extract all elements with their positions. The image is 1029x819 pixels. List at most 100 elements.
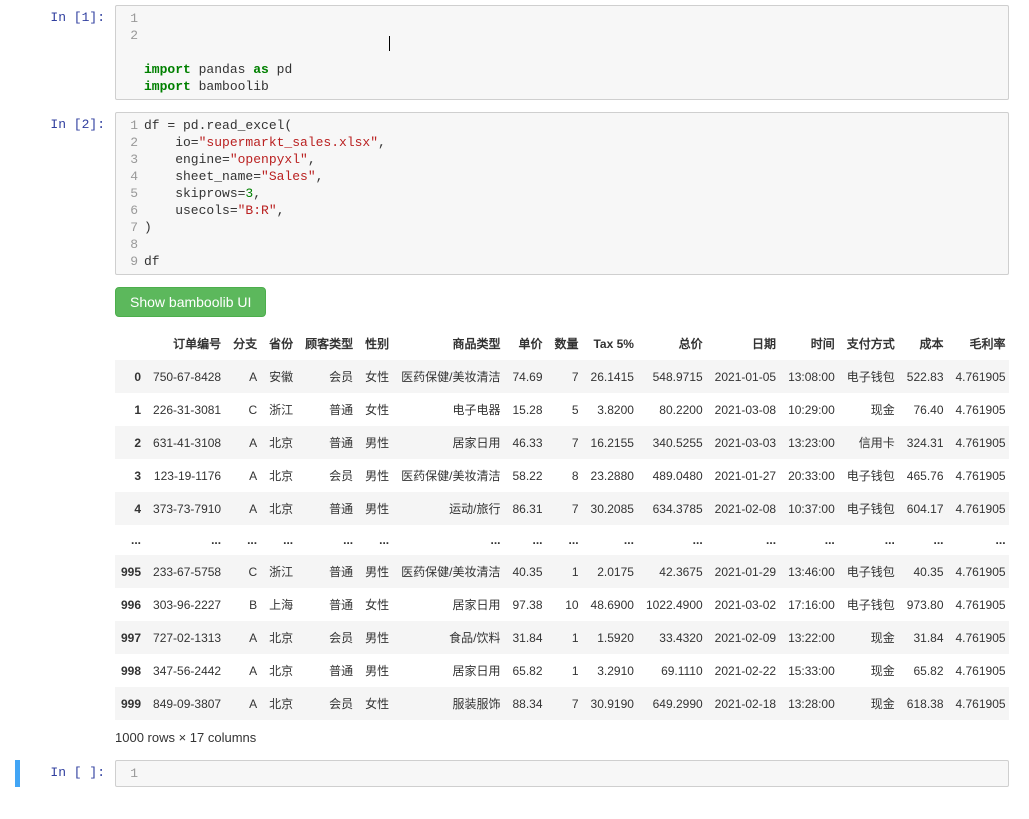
table-cell: A <box>227 492 263 525</box>
table-cell: 40.35 <box>507 555 549 588</box>
index-header <box>115 327 147 360</box>
dataframe-shape-info: 1000 rows × 17 columns <box>115 730 1009 745</box>
table-cell: ... <box>901 525 950 555</box>
table-cell: 4.761905 <box>950 393 1010 426</box>
table-cell: 46.33 <box>507 426 549 459</box>
table-cell: ... <box>227 525 263 555</box>
row-index: ... <box>115 525 147 555</box>
table-cell: 现金 <box>841 621 901 654</box>
table-cell: 居家日用 <box>395 654 506 687</box>
table-cell: 4.761905 <box>950 654 1010 687</box>
code-editor[interactable]: import pandas as pdimport bamboolib <box>144 10 1008 95</box>
table-cell: ... <box>359 525 395 555</box>
table-cell: 2021-01-05 <box>709 360 782 393</box>
table-cell: 普通 <box>299 492 359 525</box>
table-cell: 7 <box>549 687 585 720</box>
table-cell: 男性 <box>359 621 395 654</box>
table-cell: 1.5920 <box>585 621 640 654</box>
code-line: ) <box>144 219 1008 236</box>
table-cell: 849-09-3807 <box>147 687 227 720</box>
column-header: 时间 <box>782 327 841 360</box>
column-header: 商品类型 <box>395 327 506 360</box>
column-header: 性别 <box>359 327 395 360</box>
table-cell: A <box>227 621 263 654</box>
table-cell: 普通 <box>299 426 359 459</box>
code-editor[interactable] <box>144 765 1008 782</box>
table-row: 995233-67-5758C浙江普通男性医药保健/美妆清洁40.3512.01… <box>115 555 1009 588</box>
code-input[interactable]: 123456789 df = pd.read_excel( io="superm… <box>115 112 1009 275</box>
table-cell: 58.22 <box>507 459 549 492</box>
row-index: 3 <box>115 459 147 492</box>
line-gutter: 1 <box>116 765 144 782</box>
table-cell: ... <box>549 525 585 555</box>
table-cell: 80.2200 <box>640 393 709 426</box>
table-cell: 现金 <box>841 654 901 687</box>
code-line: import pandas as pd <box>144 61 1008 78</box>
table-cell: 13:08:00 <box>782 360 841 393</box>
table-cell: 233-67-5758 <box>147 555 227 588</box>
table-cell: 13:46:00 <box>782 555 841 588</box>
table-row: 2631-41-3108A北京普通男性居家日用46.33716.2155340.… <box>115 426 1009 459</box>
table-cell: 会员 <box>299 621 359 654</box>
table-cell: ... <box>299 525 359 555</box>
table-cell: 13:23:00 <box>782 426 841 459</box>
table-cell: ... <box>585 525 640 555</box>
row-index: 4 <box>115 492 147 525</box>
table-row: 3123-19-1176A北京会员男性医药保健/美妆清洁58.22823.288… <box>115 459 1009 492</box>
table-cell: 4.761905 <box>950 459 1010 492</box>
table-cell: 居家日用 <box>395 426 506 459</box>
table-cell: 浙江 <box>263 555 299 588</box>
line-gutter: 123456789 <box>116 117 144 270</box>
row-index: 996 <box>115 588 147 621</box>
code-line: usecols="B:R", <box>144 202 1008 219</box>
code-line <box>144 765 1008 782</box>
table-cell: 23.2880 <box>585 459 640 492</box>
table-cell: C <box>227 555 263 588</box>
table-cell: 20:33:00 <box>782 459 841 492</box>
table-cell: ... <box>950 525 1010 555</box>
table-cell: 4.761905 <box>950 426 1010 459</box>
table-cell: 2.0175 <box>585 555 640 588</box>
table-cell: 服装服饰 <box>395 687 506 720</box>
table-cell: 会员 <box>299 687 359 720</box>
code-line: df <box>144 253 1008 270</box>
table-cell: ... <box>147 525 227 555</box>
table-cell: 604.17 <box>901 492 950 525</box>
code-input[interactable]: 1 <box>115 760 1009 787</box>
table-cell: 97.38 <box>507 588 549 621</box>
column-header: 顾客类型 <box>299 327 359 360</box>
cell-2: In [2]: 123456789 df = pd.read_excel( io… <box>20 112 1009 275</box>
table-cell: 居家日用 <box>395 588 506 621</box>
text-cursor-icon <box>389 36 390 51</box>
table-row: 997727-02-1313A北京会员男性食品/饮料31.8411.592033… <box>115 621 1009 654</box>
table-cell: 医药保健/美妆清洁 <box>395 360 506 393</box>
table-cell: 北京 <box>263 492 299 525</box>
column-header: Tax 5% <box>585 327 640 360</box>
table-cell: 浙江 <box>263 393 299 426</box>
column-header: 成本 <box>901 327 950 360</box>
table-cell: 76.40 <box>901 393 950 426</box>
table-cell: 3.2910 <box>585 654 640 687</box>
code-input[interactable]: 12 import pandas as pdimport bamboolib <box>115 5 1009 100</box>
cell-1: In [1]: 12 import pandas as pdimport bam… <box>20 5 1009 100</box>
table-cell: 上海 <box>263 588 299 621</box>
table-cell: 16.2155 <box>585 426 640 459</box>
table-cell: A <box>227 426 263 459</box>
table-cell: 727-02-1313 <box>147 621 227 654</box>
table-cell: 69.1110 <box>640 654 709 687</box>
table-cell: 65.82 <box>507 654 549 687</box>
cell-prompt: In [1]: <box>20 5 115 100</box>
table-cell: 7 <box>549 492 585 525</box>
table-cell: ... <box>640 525 709 555</box>
code-editor[interactable]: df = pd.read_excel( io="supermarkt_sales… <box>144 117 1008 270</box>
show-bamboolib-button[interactable]: Show bamboolib UI <box>115 287 266 317</box>
table-cell: 男性 <box>359 654 395 687</box>
table-cell: 2021-03-02 <box>709 588 782 621</box>
table-cell: C <box>227 393 263 426</box>
table-cell: 634.3785 <box>640 492 709 525</box>
table-cell: 2021-02-09 <box>709 621 782 654</box>
row-index: 998 <box>115 654 147 687</box>
table-cell: 普通 <box>299 654 359 687</box>
code-line: import bamboolib <box>144 78 1008 95</box>
table-cell: 13:22:00 <box>782 621 841 654</box>
